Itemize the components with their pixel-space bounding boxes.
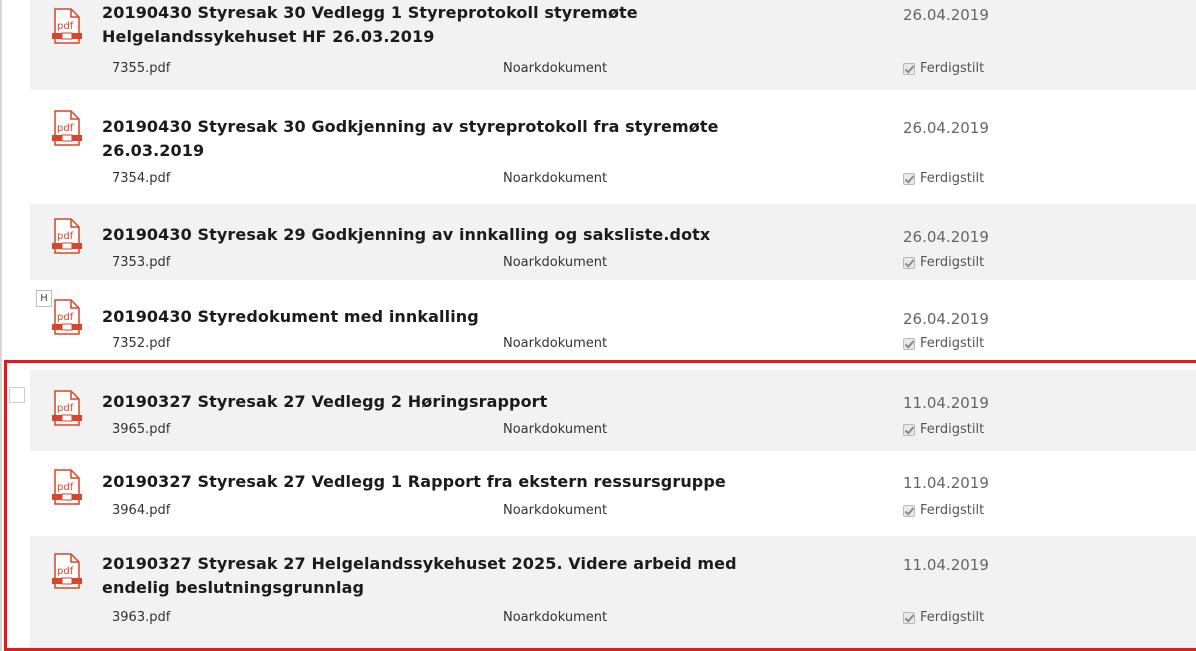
checkbox-checked-icon [903, 256, 915, 269]
document-type: Noarkdokument [503, 503, 608, 518]
document-row[interactable]: pdf 20190430 Styresak 29 Godkjenning av … [30, 204, 1196, 280]
checkbox-checked-icon [903, 423, 915, 436]
pdf-file-icon: pdf [52, 110, 82, 146]
status-label: Ferdigstilt [920, 336, 985, 351]
document-date: 11.04.2019 [903, 394, 989, 412]
document-row[interactable]: pdf 20190327 Styresak 27 Vedlegg 2 Hørin… [30, 370, 1196, 451]
document-row[interactable]: pdf 20190430 Styredokument med innkallin… [30, 284, 1196, 360]
svg-text:pdf: pdf [57, 482, 74, 493]
document-filename: 3965.pdf [112, 422, 171, 437]
h-badge: H [36, 290, 52, 307]
document-filename: 7355.pdf [112, 61, 171, 76]
document-type: Noarkdokument [503, 336, 608, 351]
svg-text:pdf: pdf [57, 123, 74, 134]
document-row[interactable]: pdf 20190430 Styresak 30 Vedlegg 1 Styre… [30, 0, 1196, 90]
checkbox-checked-icon [903, 62, 915, 75]
checkbox-checked-icon [903, 611, 915, 624]
checkbox-checked-icon [903, 504, 915, 517]
document-type: Noarkdokument [503, 171, 608, 186]
pdf-file-icon: pdf [52, 553, 82, 589]
document-status: Ferdigstilt [903, 171, 984, 186]
document-type: Noarkdokument [503, 610, 608, 625]
document-date: 11.04.2019 [903, 556, 989, 574]
document-filename: 3963.pdf [112, 610, 171, 625]
document-status: Ferdigstilt [903, 610, 984, 625]
status-label: Ferdigstilt [920, 255, 985, 270]
document-status: Ferdigstilt [903, 336, 984, 351]
status-label: Ferdigstilt [920, 61, 985, 76]
row-select-checkbox[interactable] [9, 387, 25, 403]
document-title[interactable]: 20190430 Styresak 29 Godkjenning av innk… [102, 223, 802, 247]
left-border [0, 0, 2, 651]
pdf-file-icon: pdf [52, 8, 82, 44]
svg-text:pdf: pdf [57, 312, 74, 323]
document-filename: 7352.pdf [112, 336, 171, 351]
document-filename: 7353.pdf [112, 255, 171, 270]
document-date: 26.04.2019 [903, 119, 989, 137]
pdf-file-icon: pdf [52, 299, 82, 335]
status-label: Ferdigstilt [920, 610, 985, 625]
document-title[interactable]: 20190327 Styresak 27 Vedlegg 2 Høringsra… [102, 390, 802, 414]
document-row[interactable]: pdf 20190327 Styresak 27 Helgelandssykeh… [30, 536, 1196, 648]
status-label: Ferdigstilt [920, 171, 985, 186]
pdf-file-icon: pdf [52, 218, 82, 254]
document-title[interactable]: 20190327 Styresak 27 Vedlegg 1 Rapport f… [102, 470, 802, 494]
document-status: Ferdigstilt [903, 503, 984, 518]
document-list-page: pdf 20190430 Styresak 30 Vedlegg 1 Styre… [0, 0, 1196, 651]
pdf-file-icon: pdf [52, 469, 82, 505]
svg-text:pdf: pdf [57, 403, 74, 414]
svg-text:pdf: pdf [57, 21, 74, 32]
document-filename: 7354.pdf [112, 171, 171, 186]
pdf-file-icon: pdf [52, 390, 82, 426]
document-status: Ferdigstilt [903, 61, 984, 76]
document-date: 26.04.2019 [903, 6, 989, 24]
document-status: Ferdigstilt [903, 255, 984, 270]
status-label: Ferdigstilt [920, 503, 985, 518]
document-type: Noarkdokument [503, 61, 608, 76]
document-filename: 3964.pdf [112, 503, 171, 518]
status-label: Ferdigstilt [920, 422, 985, 437]
document-date: 11.04.2019 [903, 474, 989, 492]
document-type: Noarkdokument [503, 422, 608, 437]
svg-text:pdf: pdf [57, 231, 74, 242]
document-row[interactable]: pdf 20190430 Styresak 30 Godkjenning av … [30, 98, 1196, 196]
document-title[interactable]: 20190430 Styresak 30 Vedlegg 1 Styreprot… [102, 1, 802, 49]
document-title[interactable]: 20190327 Styresak 27 Helgelandssykehuset… [102, 552, 802, 600]
checkbox-checked-icon [903, 172, 915, 185]
document-status: Ferdigstilt [903, 422, 984, 437]
document-title[interactable]: 20190430 Styredokument med innkalling [102, 305, 802, 329]
document-type: Noarkdokument [503, 255, 608, 270]
document-row[interactable]: pdf 20190327 Styresak 27 Vedlegg 1 Rappo… [30, 455, 1196, 535]
checkbox-checked-icon [903, 337, 915, 350]
document-date: 26.04.2019 [903, 228, 989, 246]
svg-text:pdf: pdf [57, 566, 74, 577]
document-title[interactable]: 20190430 Styresak 30 Godkjenning av styr… [102, 115, 802, 163]
document-date: 26.04.2019 [903, 310, 989, 328]
